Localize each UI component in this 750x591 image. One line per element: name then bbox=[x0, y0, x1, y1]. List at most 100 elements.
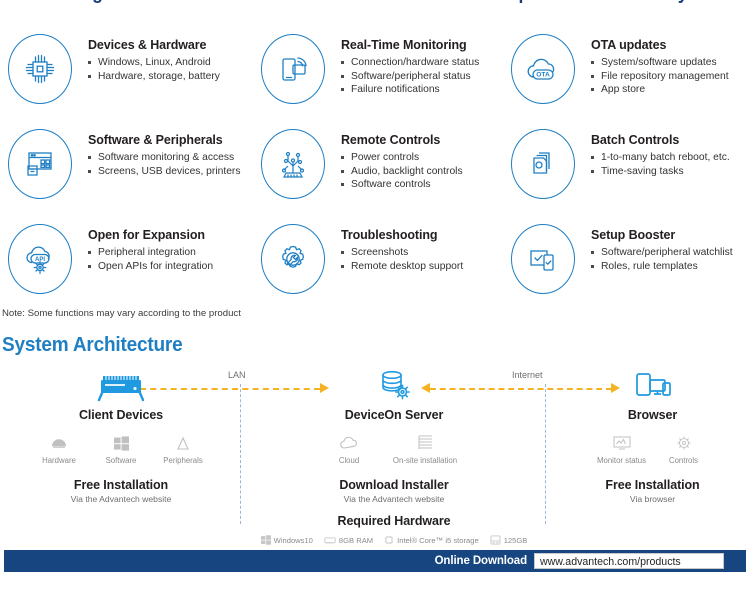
requirement-ram: 8GB RAM bbox=[324, 536, 373, 545]
requirements-row: Windows10 8GB RAM Intel® Core™ i5 storag… bbox=[250, 535, 538, 545]
server-install-sub: Via the Advantech website bbox=[343, 494, 445, 504]
architecture-node-server: DeviceOn Server Cloud On-site installati… bbox=[250, 364, 538, 545]
column-header-remote-access: Remote Access bbox=[255, 0, 384, 5]
server-install-block: Download Installer Via the Advantech web… bbox=[250, 478, 538, 504]
feature-title: Devices & Hardware bbox=[88, 38, 207, 52]
feature-bullets: Peripheral integration Open APIs for int… bbox=[88, 246, 250, 273]
feature-grid: Devices & Hardware Windows, Linux, Andro… bbox=[0, 30, 750, 315]
server-rack-icon bbox=[10, 364, 232, 404]
client-sub-item-software: Software bbox=[90, 432, 152, 465]
feature-title: Remote Controls bbox=[341, 133, 441, 147]
requirement-label: 125GB bbox=[503, 535, 528, 545]
feature-text: Software & Peripherals Software monitori… bbox=[88, 133, 250, 178]
feature-row: API Open for Expansion Peripheral integr… bbox=[0, 220, 750, 315]
server-sub-items: Cloud On-site installation bbox=[250, 432, 538, 465]
server-sub-label: On-site installation bbox=[392, 456, 458, 465]
feature-card-devices-hardware: Devices & Hardware Windows, Linux, Andro… bbox=[0, 30, 250, 125]
node-name-client: Client Devices bbox=[78, 408, 164, 422]
monitor-status-icon bbox=[591, 432, 653, 454]
architecture-node-client: Client Devices Hardware Software Periphe… bbox=[10, 364, 232, 504]
client-install-block: Free Installation Via the Advantech webs… bbox=[10, 478, 232, 504]
feature-bullets: Windows, Linux, Android Hardware, storag… bbox=[88, 56, 250, 83]
window-printer-icon bbox=[8, 129, 72, 199]
feature-card-open-for-expansion: API Open for Expansion Peripheral integr… bbox=[0, 220, 250, 315]
client-sub-label: Hardware bbox=[42, 456, 76, 465]
feature-title: Troubleshooting bbox=[341, 228, 438, 242]
column-header-operational-efficiency: Operational Efficiency bbox=[505, 0, 688, 5]
client-install-title: Free Installation bbox=[73, 478, 169, 492]
feature-title: Batch Controls bbox=[591, 133, 680, 147]
feature-text: Open for Expansion Peripheral integratio… bbox=[88, 228, 250, 273]
column-headers: Total Management Remote Access Operation… bbox=[0, 0, 750, 8]
architecture-node-browser: Browser Monitor status Controls Free Ins… bbox=[560, 364, 745, 504]
api-cloud-gear-icon: API bbox=[8, 224, 72, 294]
client-sub-label: Software bbox=[105, 456, 137, 465]
feature-text: Real-Time Monitoring Connection/hardware… bbox=[341, 38, 503, 97]
feature-bullet: Roles, rule templates bbox=[591, 260, 750, 274]
download-url-field[interactable]: www.advantech.com/products bbox=[534, 553, 724, 569]
client-install-sub: Via the Advantech website bbox=[70, 494, 172, 504]
feature-text: Setup Booster Software/peripheral watchl… bbox=[591, 228, 750, 273]
feature-bullets: 1-to-many batch reboot, etc. Time-saving… bbox=[591, 151, 750, 178]
feature-bullet: File repository management bbox=[591, 70, 750, 84]
feature-title: OTA updates bbox=[591, 38, 667, 52]
requirements-title: Required Hardware bbox=[337, 514, 451, 528]
feature-row: Software & Peripherals Software monitori… bbox=[0, 125, 750, 220]
feature-card-setup-booster: Setup Booster Software/peripheral watchl… bbox=[503, 220, 750, 315]
feature-bullets: System/software updates File repository … bbox=[591, 56, 750, 97]
feature-bullets: Software/peripheral watchlist Roles, rul… bbox=[591, 246, 750, 273]
cpu-icon bbox=[384, 535, 394, 545]
feature-card-remote-controls: Remote Controls Power controls Audio, ba… bbox=[253, 125, 503, 220]
feature-title: Software & Peripherals bbox=[88, 133, 223, 147]
server-requirements-block: Required Hardware Windows10 8GB RAM Inte… bbox=[250, 514, 538, 545]
browser-sub-item-monitor-status: Monitor status bbox=[591, 432, 653, 465]
ota-cloud-icon: OTA bbox=[511, 34, 575, 104]
controls-gear-icon bbox=[653, 432, 715, 454]
feature-bullet: Software monitoring & access bbox=[88, 151, 250, 165]
feature-bullet: Connection/hardware status bbox=[341, 56, 503, 70]
browser-install-block: Free Installation Via browser bbox=[560, 478, 745, 504]
client-sub-item-peripherals: Peripherals bbox=[152, 432, 214, 465]
svg-text:OTA: OTA bbox=[536, 72, 550, 79]
requirement-label: Windows10 bbox=[273, 535, 313, 545]
feature-bullet: Peripheral integration bbox=[88, 246, 250, 260]
feature-bullets: Screenshots Remote desktop support bbox=[341, 246, 503, 273]
diagram-divider-left bbox=[240, 384, 241, 524]
requirement-label: 8GB RAM bbox=[338, 535, 374, 545]
system-architecture-diagram: LAN Internet Client Devices Hardware Sof… bbox=[0, 364, 750, 545]
feature-title: Open for Expansion bbox=[88, 228, 205, 242]
windows-icon bbox=[260, 535, 271, 545]
column-header-total-management: Total Management bbox=[3, 0, 154, 5]
feature-bullet: Open APIs for integration bbox=[88, 260, 250, 274]
storage-icon bbox=[490, 535, 501, 545]
onsite-server-icon bbox=[380, 432, 470, 454]
feature-bullets: Connection/hardware status Software/peri… bbox=[341, 56, 503, 97]
windows-icon bbox=[90, 432, 152, 454]
requirement-label: Intel® Core™ i5 storage bbox=[397, 535, 479, 545]
requirement-storage: 125GB bbox=[490, 535, 528, 545]
gear-wrench-icon bbox=[261, 224, 325, 294]
circuit-tree-icon bbox=[261, 129, 325, 199]
feature-card-software-peripherals: Software & Peripherals Software monitori… bbox=[0, 125, 250, 220]
checklist-devices-icon bbox=[511, 224, 575, 294]
client-sub-item-hardware: Hardware bbox=[28, 432, 90, 465]
diagram-divider-right bbox=[545, 384, 546, 524]
feature-card-real-time-monitoring: Real-Time Monitoring Connection/hardware… bbox=[253, 30, 503, 125]
datasheet-page: Total Management Remote Access Operation… bbox=[0, 0, 750, 591]
feature-text: Remote Controls Power controls Audio, ba… bbox=[341, 133, 503, 192]
feature-bullet: System/software updates bbox=[591, 56, 750, 70]
feature-bullets: Software monitoring & access Screens, US… bbox=[88, 151, 250, 178]
server-sub-item-cloud: Cloud bbox=[318, 432, 380, 465]
feature-text: OTA updates System/software updates File… bbox=[591, 38, 750, 97]
feature-bullet: Windows, Linux, Android bbox=[88, 56, 250, 70]
cloud-icon bbox=[318, 432, 380, 454]
browser-sub-label: Controls bbox=[668, 456, 699, 465]
feature-bullets: Power controls Audio, backlight controls… bbox=[341, 151, 503, 192]
cpu-chip-icon bbox=[8, 34, 72, 104]
server-sub-item-onsite: On-site installation bbox=[380, 432, 470, 465]
footer-bar: Online Download www.advantech.com/produc… bbox=[4, 550, 746, 572]
peripheral-icon bbox=[152, 432, 214, 454]
feature-bullet: Remote desktop support bbox=[341, 260, 503, 274]
feature-bullet: Failure notifications bbox=[341, 83, 503, 97]
feature-text: Batch Controls 1-to-many batch reboot, e… bbox=[591, 133, 750, 178]
